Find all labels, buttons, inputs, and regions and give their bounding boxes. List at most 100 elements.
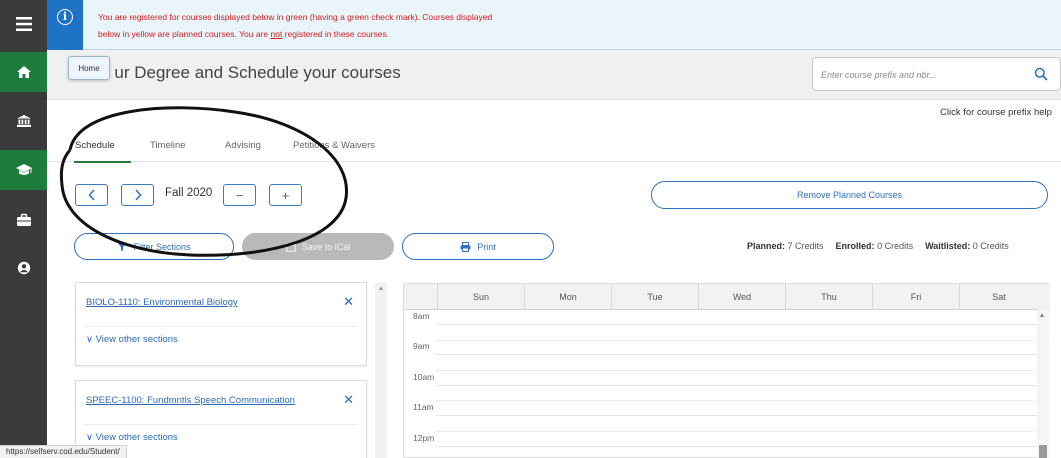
card-divider: [84, 326, 358, 327]
half-hour-gridline: [436, 431, 1050, 432]
sidebar-item-home[interactable]: [0, 52, 47, 92]
banner-line-2-end: registered in these courses.: [282, 29, 390, 39]
planned-credits-label: Planned:: [747, 241, 786, 251]
chevron-down-icon: ∨: [86, 334, 93, 345]
course-search: [812, 57, 1061, 91]
chevron-left-icon: [88, 189, 95, 201]
home-icon: [16, 66, 31, 78]
scroll-up-arrow-icon[interactable]: ▲: [1039, 313, 1045, 319]
course-title-link[interactable]: SPEEC-1100: Fundmntls Speech Communicati…: [86, 395, 295, 406]
course-title-link[interactable]: BIOLO-1110: Environmental Biology: [86, 297, 238, 308]
next-term-button[interactable]: [121, 184, 154, 206]
card-divider: [84, 424, 358, 425]
hour-gridline: [436, 385, 1050, 386]
day-header: Thu: [785, 284, 872, 310]
active-tab-indicator: [74, 161, 131, 163]
calendar-scrollbar[interactable]: [1037, 309, 1049, 458]
time-slot-label: 11am: [413, 402, 434, 412]
banner-line-2-start: below in yellow are planned courses. You…: [98, 29, 271, 39]
hour-gridline: [436, 446, 1050, 447]
view-other-sections-link[interactable]: ∨ View other sections: [86, 334, 178, 345]
page-title: P ur Degree and Schedule your courses: [75, 63, 401, 82]
view-other-sections-label: View other sections: [95, 432, 178, 443]
sidebar-nav: [0, 0, 47, 458]
sidebar-item-employment[interactable]: [0, 200, 47, 240]
weekly-calendar: Sun Mon Tue Wed Thu Fri Sat 8am 9am 10am…: [403, 283, 1050, 458]
scroll-up-arrow-icon[interactable]: ▲: [378, 286, 384, 292]
planned-courses-list: BIOLO-1110: Environmental Biology ✕ ∨ Vi…: [65, 276, 375, 458]
info-icon: i: [57, 9, 73, 25]
info-banner: i You are registered for courses display…: [47, 0, 1061, 50]
view-other-sections-label: View other sections: [95, 334, 178, 345]
print-label: Print: [477, 241, 496, 252]
course-search-input[interactable]: [821, 66, 1021, 84]
search-icon[interactable]: [1034, 67, 1048, 81]
banner-message: You are registered for courses displayed…: [98, 9, 618, 43]
day-header: Sun: [437, 284, 524, 310]
home-tooltip: Home: [68, 56, 110, 80]
status-bar-url: https://selfserv.cod.edu/Student/: [0, 445, 127, 458]
waitlisted-credits-value: 0 Credits: [972, 241, 1009, 251]
sidebar-item-profile[interactable]: [0, 248, 47, 288]
banner-line-1: You are registered for courses displayed…: [98, 12, 493, 22]
time-slot-label: 12pm: [413, 433, 435, 443]
previous-term-button[interactable]: [75, 184, 108, 206]
hour-gridline: [436, 324, 1050, 325]
filter-sections-button[interactable]: Filter Sections: [74, 233, 234, 260]
tab-bar: Schedule Timeline Advising Petitions & W…: [47, 132, 1061, 163]
day-header: Wed: [698, 284, 785, 310]
save-to-ical-label: Save to iCal: [301, 241, 351, 252]
remove-term-button[interactable]: −: [223, 184, 256, 206]
half-hour-gridline: [436, 370, 1050, 371]
day-header: Sat: [959, 284, 1038, 310]
remove-course-close-icon[interactable]: ✕: [343, 392, 354, 408]
current-term-label: Fall 2020: [165, 187, 213, 199]
calendar-icon: [286, 242, 296, 252]
calendar-day-header: Sun Mon Tue Wed Thu Fri Sat: [404, 284, 1050, 310]
day-header: Fri: [872, 284, 959, 310]
enrolled-credits-label: Enrolled:: [835, 241, 875, 251]
print-button[interactable]: Print: [402, 233, 554, 260]
time-slot-label: 8am: [413, 311, 430, 321]
save-to-ical-button[interactable]: Save to iCal: [242, 233, 394, 260]
briefcase-icon: [16, 213, 31, 226]
bank-icon: [16, 115, 31, 127]
course-list-scrollbar[interactable]: [375, 283, 387, 458]
remove-planned-courses-button[interactable]: Remove Planned Courses: [651, 181, 1048, 209]
graduation-cap-icon: [15, 164, 32, 175]
enrolled-credits-value: 0 Credits: [877, 241, 914, 251]
filter-sections-label: Filter Sections: [133, 241, 191, 252]
day-header: Tue: [611, 284, 698, 310]
view-other-sections-link[interactable]: ∨ View other sections: [86, 432, 178, 443]
sidebar-item-academics[interactable]: [0, 150, 47, 190]
tab-petitions-waivers[interactable]: Petitions & Waivers: [293, 140, 375, 151]
half-hour-gridline: [436, 340, 1050, 341]
sidebar-item-finance[interactable]: [0, 101, 47, 141]
printer-icon: [460, 241, 471, 252]
chevron-right-icon: [134, 189, 141, 201]
tab-schedule[interactable]: Schedule: [75, 140, 115, 151]
tab-timeline[interactable]: Timeline: [150, 140, 186, 151]
waitlisted-credits-label: Waitlisted:: [925, 241, 971, 251]
info-banner-icon-area: i: [47, 0, 83, 50]
add-term-button[interactable]: +: [269, 184, 302, 206]
banner-line-2-emphasis: not: [270, 29, 283, 39]
credit-summary: Planned: 7 Credits Enrolled: 0 Credits Wai…: [747, 241, 1009, 251]
planned-credits-value: 7 Credits: [787, 241, 824, 251]
course-card: BIOLO-1110: Environmental Biology ✕ ∨ Vi…: [75, 282, 367, 366]
time-slot-label: 9am: [413, 341, 430, 351]
menu-button[interactable]: [0, 4, 47, 44]
tab-advising[interactable]: Advising: [225, 140, 261, 151]
hour-gridline: [436, 354, 1050, 355]
filter-icon: [117, 242, 127, 251]
time-slot-label: 10am: [413, 372, 435, 382]
user-icon: [17, 261, 30, 275]
course-prefix-help-link[interactable]: Click for course prefix help: [940, 107, 1052, 118]
calendar-scrollbar-thumb[interactable]: [1039, 445, 1047, 458]
day-header: Mon: [524, 284, 611, 310]
remove-course-close-icon[interactable]: ✕: [343, 294, 354, 310]
chevron-down-icon: ∨: [86, 432, 93, 443]
hour-gridline: [436, 415, 1050, 416]
menu-icon: [15, 17, 32, 31]
half-hour-gridline: [436, 400, 1050, 401]
